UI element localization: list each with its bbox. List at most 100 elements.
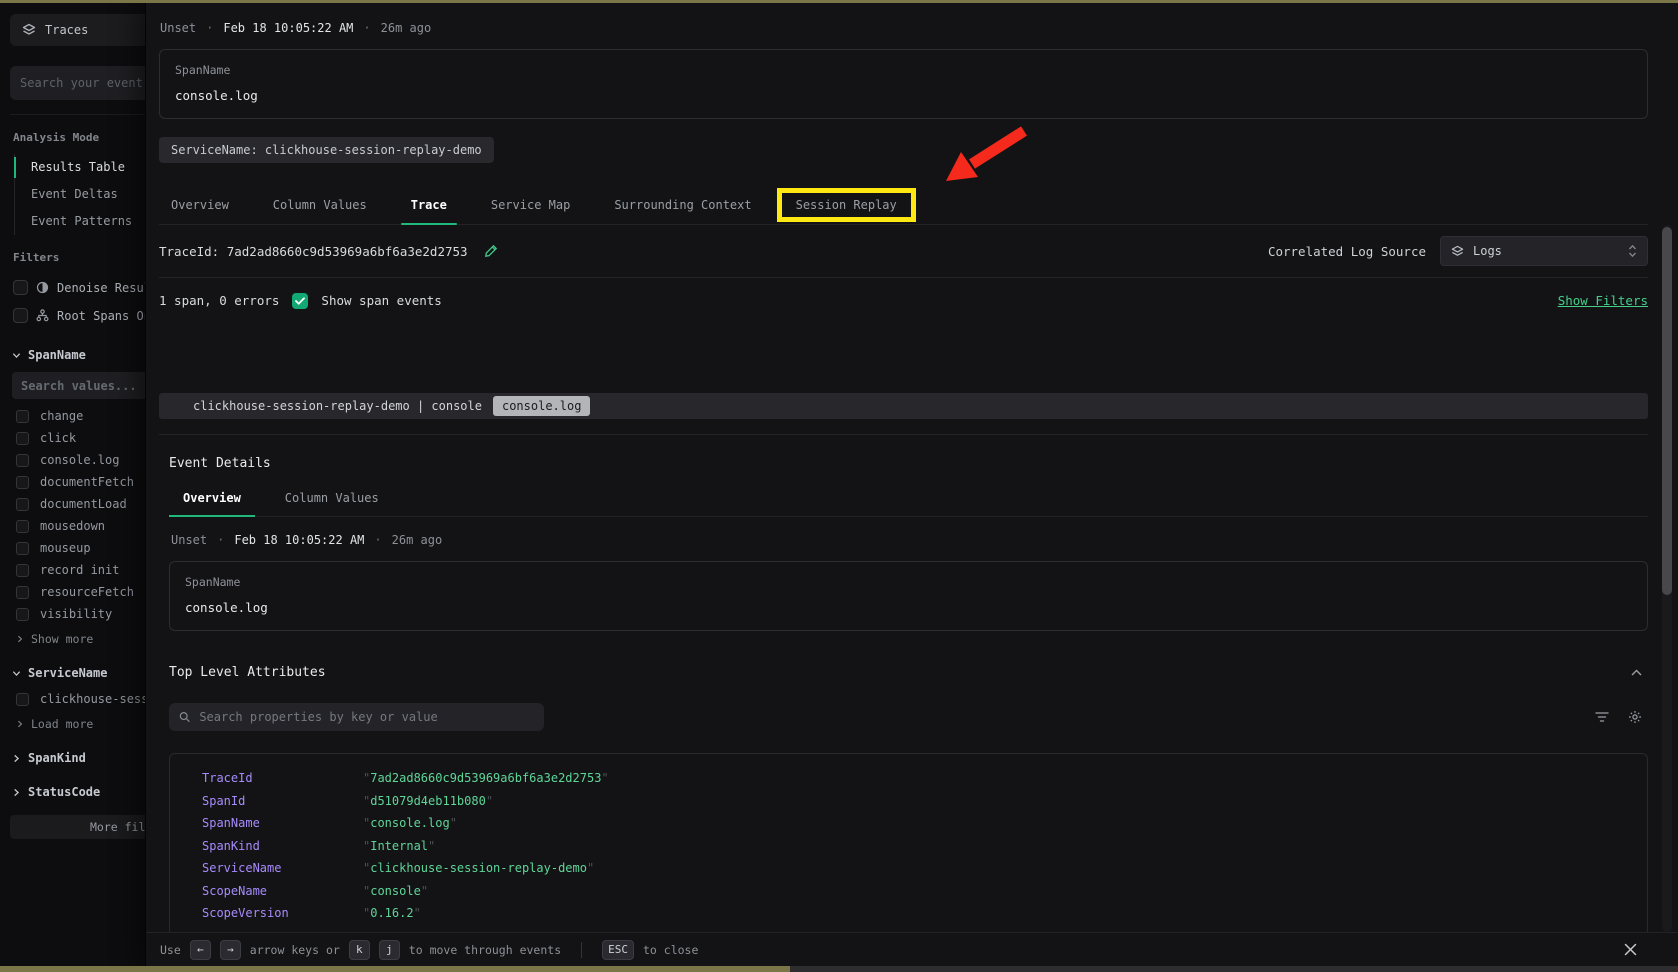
facet-value-label: change xyxy=(40,409,83,423)
more-filters-button[interactable]: More filte xyxy=(10,815,145,839)
facet-value-resourcefetch[interactable]: resourceFetch xyxy=(10,581,145,603)
bottom-strip-olive-segment xyxy=(0,966,790,972)
footer-esc-text: to close xyxy=(643,943,698,957)
mode-event-deltas[interactable]: Event Deltas xyxy=(15,181,145,208)
attr-row-scopename[interactable]: ScopeName "console" xyxy=(170,880,1647,903)
selected-span-chip[interactable]: console.log xyxy=(493,396,590,416)
attr-value: "console" xyxy=(363,884,428,898)
value-checkbox[interactable] xyxy=(16,476,29,489)
attr-key: SpanKind xyxy=(202,839,363,853)
mode-results-table[interactable]: Results Table xyxy=(15,154,145,181)
facet-servicename-header[interactable]: ServiceName xyxy=(10,666,145,680)
event-timestamp: Feb 18 10:05:22 AM xyxy=(223,21,353,35)
facet-value-click[interactable]: click xyxy=(10,427,145,449)
value-checkbox[interactable] xyxy=(16,564,29,577)
mode-event-patterns[interactable]: Event Patterns xyxy=(15,208,145,235)
facet-value-clickhouse[interactable]: clickhouse-sessi xyxy=(10,688,145,710)
chevron-right-icon xyxy=(16,720,24,728)
traces-source-button[interactable]: Traces xyxy=(10,14,145,46)
spanname-value-search[interactable] xyxy=(12,372,145,399)
attr-key: SpanId xyxy=(202,794,363,808)
value-checkbox[interactable] xyxy=(16,693,29,706)
value-checkbox[interactable] xyxy=(16,410,29,423)
attributes-table: TraceId "7ad2ad8660c9d53969a6bf6a3e2d275… xyxy=(169,753,1648,932)
value-checkbox[interactable] xyxy=(16,520,29,533)
facet-value-documentload[interactable]: documentLoad xyxy=(10,493,145,515)
properties-search-input[interactable] xyxy=(199,710,534,724)
chevron-down-icon xyxy=(12,351,21,360)
value-checkbox[interactable] xyxy=(16,542,29,555)
facet-value-label: documentLoad xyxy=(40,497,127,511)
attr-value: "clickhouse-session-replay-demo" xyxy=(363,861,594,875)
span-name-card: SpanName console.log xyxy=(159,49,1648,119)
log-source-select[interactable]: Logs xyxy=(1440,236,1648,266)
filter-lines-icon[interactable] xyxy=(1595,711,1609,723)
event-search-input[interactable] xyxy=(20,76,145,90)
facet-value-mouseup[interactable]: mouseup xyxy=(10,537,145,559)
tab-trace[interactable]: Trace xyxy=(399,189,459,224)
attr-row-scopeversion[interactable]: ScopeVersion "0.16.2" xyxy=(170,902,1647,925)
traces-button-label: Traces xyxy=(45,23,88,37)
root-spans-checkbox[interactable] xyxy=(13,308,28,323)
facet-value-label: record init xyxy=(40,563,119,577)
attr-row-spankind[interactable]: SpanKind "Internal" xyxy=(170,835,1647,858)
chevron-right-icon xyxy=(16,635,24,643)
collapse-chevron-up-icon[interactable] xyxy=(1631,669,1642,676)
show-span-events-label[interactable]: Show span events xyxy=(321,293,441,308)
service-name-badge[interactable]: ServiceName: clickhouse-session-replay-d… xyxy=(159,137,494,163)
event-search-box[interactable] xyxy=(10,66,145,100)
ed-tab-overview[interactable]: Overview xyxy=(169,483,255,516)
spanname-show-more[interactable]: Show more xyxy=(10,625,145,648)
tab-surrounding-context[interactable]: Surrounding Context xyxy=(602,189,763,224)
facet-value-change[interactable]: change xyxy=(10,405,145,427)
facet-value-label: visibility xyxy=(40,607,112,621)
properties-search-box[interactable] xyxy=(169,703,544,731)
facet-value-mousedown[interactable]: mousedown xyxy=(10,515,145,537)
tab-session-replay[interactable]: Session Replay xyxy=(784,189,909,224)
chevron-down-icon xyxy=(12,669,21,678)
denoise-checkbox[interactable] xyxy=(13,280,28,295)
tab-overview[interactable]: Overview xyxy=(159,189,241,224)
attr-row-servicename[interactable]: ServiceName "clickhouse-session-replay-d… xyxy=(170,857,1647,880)
span-name-card: SpanName console.log xyxy=(169,561,1648,631)
attr-key: ServiceName xyxy=(202,861,363,875)
denoise-icon xyxy=(36,281,49,294)
kbd-arrow-left: ← xyxy=(190,940,211,960)
denoise-toggle[interactable]: Denoise Resul xyxy=(10,274,145,302)
facet-value-console-log[interactable]: console.log xyxy=(10,449,145,471)
event-meta-row: Unset · Feb 18 10:05:22 AM · 26m ago xyxy=(160,21,1648,35)
edit-pencil-icon[interactable] xyxy=(484,244,498,258)
ed-tab-column-values[interactable]: Column Values xyxy=(271,483,393,516)
facet-value-record-init[interactable]: record init xyxy=(10,559,145,581)
value-checkbox[interactable] xyxy=(16,498,29,511)
span-name-value: console.log xyxy=(185,600,1632,615)
servicename-load-more[interactable]: Load more xyxy=(10,710,145,733)
root-spans-toggle[interactable]: Root Spans Onl xyxy=(10,302,145,330)
attr-value: "d51079d4eb11b080" xyxy=(363,794,493,808)
tab-service-map[interactable]: Service Map xyxy=(479,189,582,224)
facet-value-documentfetch[interactable]: documentFetch xyxy=(10,471,145,493)
facet-value-visibility[interactable]: visibility xyxy=(10,603,145,625)
value-checkbox[interactable] xyxy=(16,586,29,599)
attr-row-spanid[interactable]: SpanId "d51079d4eb11b080" xyxy=(170,790,1647,813)
scrollbar-thumb[interactable] xyxy=(1662,227,1672,595)
facet-spankind-header[interactable]: SpanKind xyxy=(10,751,145,765)
value-checkbox[interactable] xyxy=(16,454,29,467)
close-icon[interactable] xyxy=(1623,942,1638,957)
spanname-search-input[interactable] xyxy=(21,379,145,393)
chevron-right-icon xyxy=(12,754,21,763)
tab-column-values[interactable]: Column Values xyxy=(261,189,379,224)
attr-row-traceid[interactable]: TraceId "7ad2ad8660c9d53969a6bf6a3e2d275… xyxy=(170,767,1647,790)
attr-row-spanname[interactable]: SpanName "console.log" xyxy=(170,812,1647,835)
waterfall-span-bar[interactable]: clickhouse-session-replay-demo | console… xyxy=(159,393,1648,419)
gear-icon[interactable] xyxy=(1628,710,1642,724)
footer-arrow-text: arrow keys or xyxy=(250,943,340,957)
facet-spanname-header[interactable]: SpanName xyxy=(10,348,145,362)
value-checkbox[interactable] xyxy=(16,608,29,621)
value-checkbox[interactable] xyxy=(16,432,29,445)
facet-statuscode-header[interactable]: StatusCode xyxy=(10,785,145,799)
show-filters-link[interactable]: Show Filters xyxy=(1558,293,1648,308)
facet-value-label: click xyxy=(40,431,76,445)
show-span-events-checkbox[interactable] xyxy=(292,293,308,309)
check-icon xyxy=(295,297,305,305)
